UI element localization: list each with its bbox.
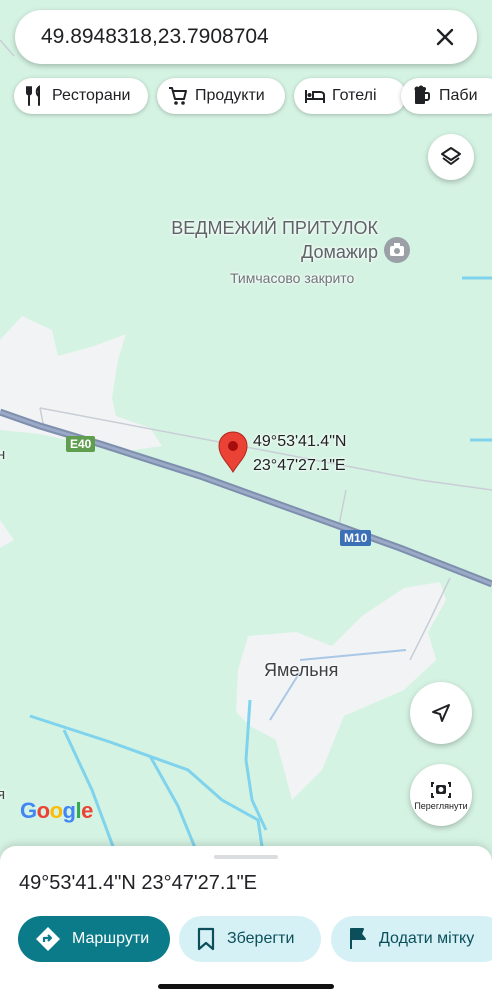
chip-label: Готелі <box>332 87 377 104</box>
cart-icon <box>169 87 187 105</box>
save-label: Зберегти <box>227 930 295 947</box>
street-view-camera-icon <box>431 782 451 798</box>
edge-place-label-1: н <box>0 446 6 463</box>
pin-coordinates-label: 49°53'41.4"N 23°47'27.1"E <box>253 430 346 478</box>
chip-label: Ресторани <box>52 87 131 104</box>
chip-label: Паби <box>439 87 478 104</box>
beer-icon <box>414 85 430 104</box>
navigation-arrow-icon <box>432 704 450 722</box>
save-button[interactable]: Зберегти <box>179 916 321 962</box>
add-label-label: Додати мітку <box>379 930 475 947</box>
chip-pubs[interactable]: Паби <box>401 78 492 114</box>
directions-icon <box>36 927 60 951</box>
restaurant-icon <box>26 85 40 106</box>
chip-label: Продукти <box>195 87 265 104</box>
layers-button[interactable] <box>428 134 474 180</box>
add-label-button[interactable]: Додати мітку <box>331 916 492 962</box>
layers-icon <box>441 147 461 165</box>
chip-restaurants[interactable]: Ресторани <box>14 78 148 114</box>
close-icon <box>436 28 454 46</box>
place-bottom-sheet[interactable]: 49°53'41.4"N 23°47'27.1"E Маршрути Збере… <box>0 846 492 999</box>
road-shield-m10: M10 <box>340 530 372 546</box>
my-location-button[interactable] <box>410 682 472 744</box>
pin-longitude: 23°47'27.1"E <box>253 457 346 474</box>
directions-label: Маршрути <box>72 930 150 947</box>
street-view-button[interactable]: Переглянути <box>410 764 472 826</box>
poi-name[interactable]: ВЕДМЕЖИЙ ПРИТУЛОК Домажир <box>170 216 378 264</box>
google-logo: Google <box>20 798 93 823</box>
place-title: 49°53'41.4"N 23°47'27.1"E <box>19 872 258 894</box>
search-input[interactable]: 49.8948318,23.7908704 <box>41 25 421 49</box>
poi-camera-icon <box>384 237 410 263</box>
village-label[interactable]: Ямельня <box>264 660 338 681</box>
home-indicator <box>158 984 334 989</box>
directions-button[interactable]: Маршрути <box>18 916 170 962</box>
bed-icon <box>305 90 325 103</box>
close-button[interactable] <box>421 13 469 61</box>
poi-status: Тимчасово закрито <box>230 270 355 286</box>
bookmark-icon <box>197 927 215 951</box>
edge-place-label-2: я <box>0 786 6 803</box>
chip-hotels[interactable]: Готелі <box>294 78 406 114</box>
road-shield-e40: E40 <box>66 436 96 452</box>
flag-icon <box>350 928 366 949</box>
chip-groceries[interactable]: Продукти <box>157 78 285 114</box>
sheet-drag-handle[interactable] <box>214 855 278 859</box>
street-view-label: Переглянути <box>414 801 468 811</box>
search-bar[interactable]: 49.8948318,23.7908704 <box>15 10 477 64</box>
pin-latitude: 49°53'41.4"N <box>253 433 347 450</box>
